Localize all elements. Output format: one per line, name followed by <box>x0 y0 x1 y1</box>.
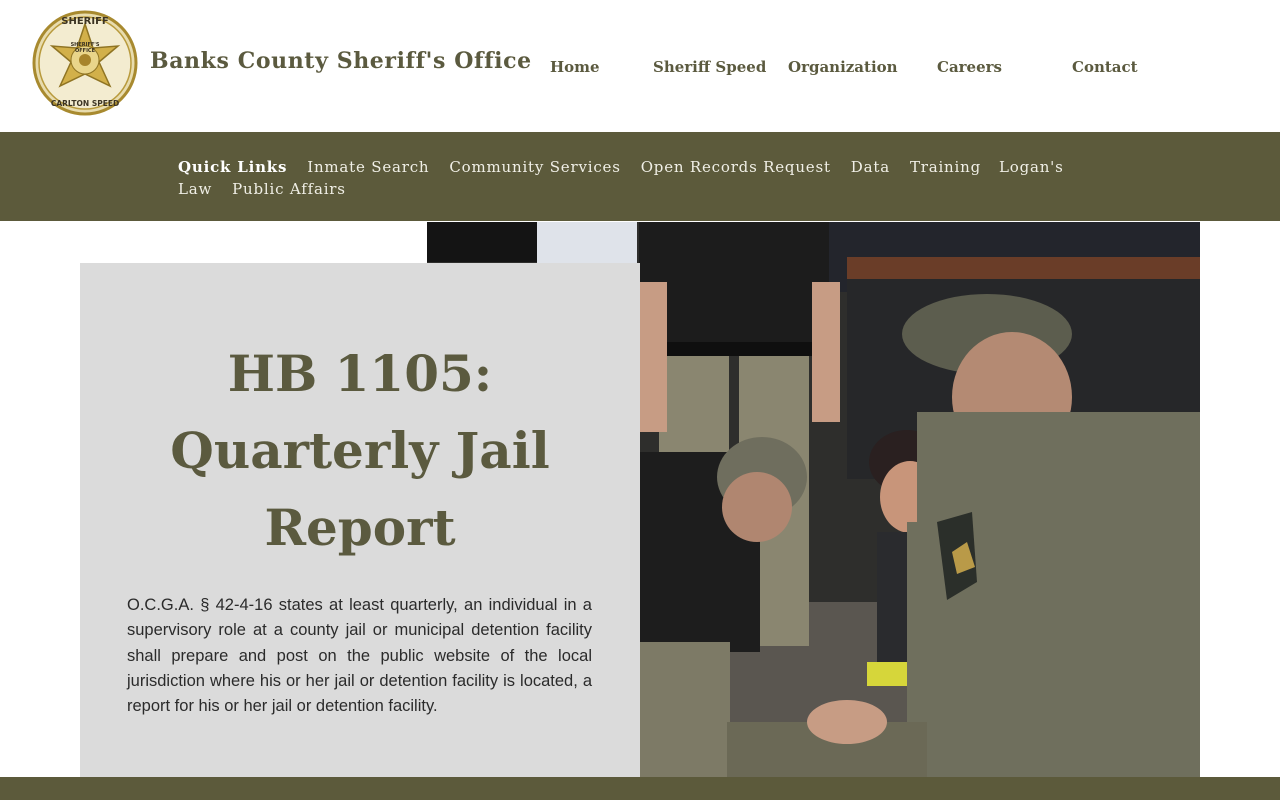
nav-contact[interactable]: Contact <box>1072 58 1138 76</box>
nav-home[interactable]: Home <box>550 58 600 76</box>
quick-link-community-services[interactable]: Community Services <box>449 158 620 176</box>
hero-description: O.C.G.A. § 42-4-16 states at least quart… <box>127 596 592 716</box>
page-title: HB 1105: Quarterly Jail Report <box>80 335 640 566</box>
nav-careers[interactable]: Careers <box>937 58 1002 76</box>
page-title-line-2: Quarterly Jail <box>170 421 550 480</box>
page-title-line-3: Report <box>264 498 456 557</box>
quick-link-public-affairs[interactable]: Public Affairs <box>232 180 346 198</box>
quick-link-data[interactable]: Data <box>851 158 890 176</box>
hero-card: HB 1105: Quarterly Jail Report O.C.G.A. … <box>80 263 640 777</box>
quick-links-list: Quick Links Inmate Search Community Servic… <box>178 156 1118 200</box>
quick-links-title: Quick Links <box>178 158 288 176</box>
main-nav: Home Sheriff Speed Organization Careers … <box>0 58 1280 78</box>
svg-text:OFFICE: OFFICE <box>75 48 96 54</box>
nav-organization[interactable]: Organization <box>788 58 898 76</box>
svg-text:CARLTON SPEED: CARLTON SPEED <box>51 99 119 108</box>
nav-sheriff-speed[interactable]: Sheriff Speed <box>653 58 766 76</box>
page-title-line-1: HB 1105: <box>227 344 493 403</box>
footer-band <box>0 777 1280 800</box>
quick-link-inmate-search[interactable]: Inmate Search <box>307 158 429 176</box>
quick-link-training[interactable]: Training <box>910 158 981 176</box>
quick-links-bar: Quick Links Inmate Search Community Servic… <box>0 132 1280 221</box>
svg-text:SHERIFF: SHERIFF <box>61 16 109 27</box>
site-header: SHERIFF SHERIFF'S OFFICE CARLTON SPEED B… <box>0 0 1280 132</box>
quick-link-open-records-request[interactable]: Open Records Request <box>641 158 831 176</box>
